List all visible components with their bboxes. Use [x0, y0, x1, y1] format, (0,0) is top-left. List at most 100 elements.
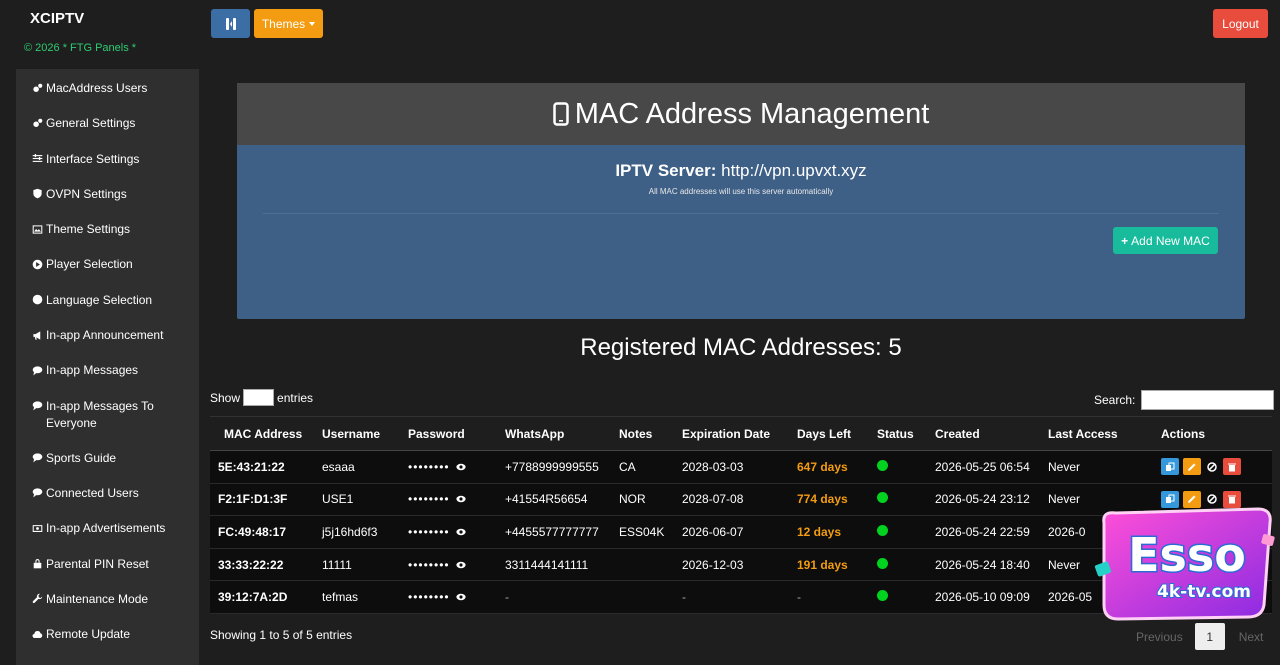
next-page-button[interactable]: Next — [1225, 630, 1278, 644]
show-label: Show — [210, 390, 241, 405]
sidebar-item-label: Parental PIN Reset — [46, 556, 149, 571]
whatsapp-cell: +7788999999555 — [497, 450, 611, 484]
copy-icon — [1166, 494, 1175, 504]
column-header[interactable]: Status — [869, 416, 927, 451]
eye-icon[interactable] — [456, 495, 466, 503]
column-header[interactable]: Password — [400, 416, 497, 451]
copy-button[interactable] — [1161, 458, 1179, 476]
sidebar-item-inapp-messages-everyone[interactable]: In-app Messages To Everyone — [16, 387, 199, 439]
sidebar-item-label: Remote Update — [46, 627, 131, 642]
caret-down-icon — [309, 21, 316, 26]
sidebar-item-connected-users[interactable]: Connected Users — [16, 474, 199, 509]
mobile-icon — [552, 102, 569, 126]
sidebar-item-macaddress-users[interactable]: MacAddress Users — [16, 69, 199, 104]
showing-entries-info: Showing 1 to 5 of 5 entries — [210, 628, 353, 642]
password-cell: •••••••• — [400, 450, 497, 484]
add-new-mac-label: Add New MAC — [1131, 233, 1210, 248]
sidebar-item-interface-settings[interactable]: Interface Settings — [16, 140, 199, 175]
delete-button[interactable] — [1223, 458, 1241, 476]
sidebar-item-label: In-app Advertisements — [46, 521, 166, 536]
show-entries-control: Show entries — [210, 389, 313, 406]
server-line: IPTV Server: http://vpn.upvxt.xyz — [237, 161, 1245, 181]
sidebar-item-inapp-advertisements[interactable]: In-app Advertisements — [16, 509, 199, 544]
notes-cell: NOR — [611, 483, 674, 517]
sidebar-item-theme-settings[interactable]: Theme Settings — [16, 210, 199, 245]
sidebar-item-label: MacAddress Users — [46, 81, 148, 95]
trash-icon — [1228, 495, 1236, 504]
previous-page-button[interactable]: Previous — [1124, 630, 1195, 644]
wrench-icon — [31, 593, 43, 605]
add-new-mac-button[interactable]: + Add New MAC — [1113, 227, 1218, 254]
column-header[interactable]: Created — [927, 416, 1040, 451]
days-left-cell: 191 days — [789, 548, 869, 582]
search-label: Search: — [1094, 393, 1136, 407]
logout-button[interactable]: Logout — [1213, 9, 1268, 38]
esso-watermark-logo: Esso 4k-tv.com — [1094, 507, 1275, 621]
password-cell: •••••••• — [400, 483, 497, 517]
themes-dropdown-button[interactable]: Themes — [254, 9, 323, 38]
server-url: http://vpn.upvxt.xyz — [721, 161, 867, 180]
username-cell: USE1 — [314, 483, 400, 517]
sidebar-item-language-selection[interactable]: Language Selection — [16, 281, 199, 316]
mac-cell: 5E:43:21:22 — [210, 450, 314, 484]
password-cell: •••••••• — [400, 580, 497, 614]
eye-icon[interactable] — [456, 528, 466, 536]
sidebar-toggle-button[interactable] — [211, 9, 250, 38]
edit-icon — [1188, 463, 1196, 471]
sidebar-item-parental-pin-reset[interactable]: Parental PIN Reset — [16, 545, 199, 580]
sidebar-item-inapp-messages[interactable]: In-app Messages — [16, 351, 199, 386]
notes-cell: CA — [611, 450, 674, 484]
brand-title: XCIPTV — [30, 10, 85, 27]
mac-cell: FC:49:48:17 — [210, 515, 314, 549]
search-control: Search: — [1094, 390, 1275, 410]
column-header[interactable]: WhatsApp — [497, 416, 611, 451]
column-header[interactable]: Username — [314, 416, 400, 451]
created-cell: 2026-05-24 22:59 — [927, 515, 1040, 549]
comment-icon — [31, 452, 43, 464]
disable-button[interactable] — [1205, 458, 1219, 475]
column-header[interactable]: Notes — [611, 416, 674, 451]
status-online-dot — [877, 590, 888, 602]
page-1-button[interactable]: 1 — [1194, 623, 1225, 650]
sidebar-item-label: In-app Messages To Everyone — [46, 398, 154, 430]
sidebar-item-inapp-announcement[interactable]: In-app Announcement — [16, 316, 199, 351]
whatsapp-cell: +4455577777777 — [497, 515, 611, 549]
column-header[interactable]: Expiration Date — [674, 416, 789, 451]
column-header: Actions — [1153, 416, 1272, 451]
sidebar-item-sports-guide[interactable]: Sports Guide — [16, 439, 199, 474]
column-header[interactable]: MAC Address — [210, 416, 314, 451]
expiration-cell: - — [674, 580, 789, 614]
eye-icon[interactable] — [456, 463, 466, 471]
sidebar-item-general-settings[interactable]: General Settings — [16, 104, 199, 139]
mac-cell: 39:12:7A:2D — [210, 580, 314, 614]
username-cell: 11111 — [314, 548, 400, 582]
edit-button[interactable] — [1183, 458, 1201, 476]
status-cell — [869, 580, 927, 614]
search-input[interactable] — [1141, 390, 1275, 410]
status-online-dot — [877, 459, 888, 471]
eye-icon[interactable] — [456, 593, 466, 601]
sidebar-item-label: Maintenance Mode — [46, 591, 149, 606]
sidebar-item-maintenance-mode[interactable]: Maintenance Mode — [16, 580, 199, 615]
password-cell: •••••••• — [400, 515, 497, 549]
server-note: All MAC addresses will use this server a… — [648, 187, 834, 196]
column-header[interactable]: Last Access — [1040, 416, 1153, 451]
created-cell: 2026-05-24 18:40 — [927, 548, 1040, 582]
trash-icon — [1228, 463, 1236, 472]
sidebar-item-remote-update[interactable]: Remote Update — [16, 615, 199, 650]
status-online-dot — [877, 524, 888, 536]
status-cell — [869, 483, 927, 517]
brand-subtitle: © 2026 * FTG Panels * — [24, 42, 137, 54]
username-cell: esaaa — [314, 450, 400, 484]
sidebar-item-label: Sports Guide — [46, 450, 117, 465]
gears-icon — [31, 82, 43, 94]
watermark-line2: 4k-tv.com — [1157, 582, 1251, 602]
entries-select[interactable] — [243, 389, 275, 406]
plus-icon: + — [1121, 233, 1129, 248]
eye-icon[interactable] — [456, 561, 466, 569]
password-mask: •••••••• — [408, 557, 450, 572]
sidebar-item-player-selection[interactable]: Player Selection — [16, 245, 199, 280]
ban-icon — [1207, 462, 1217, 472]
column-header[interactable]: Days Left — [789, 416, 869, 451]
sidebar-item-ovpn-settings[interactable]: OVPN Settings — [16, 175, 199, 210]
